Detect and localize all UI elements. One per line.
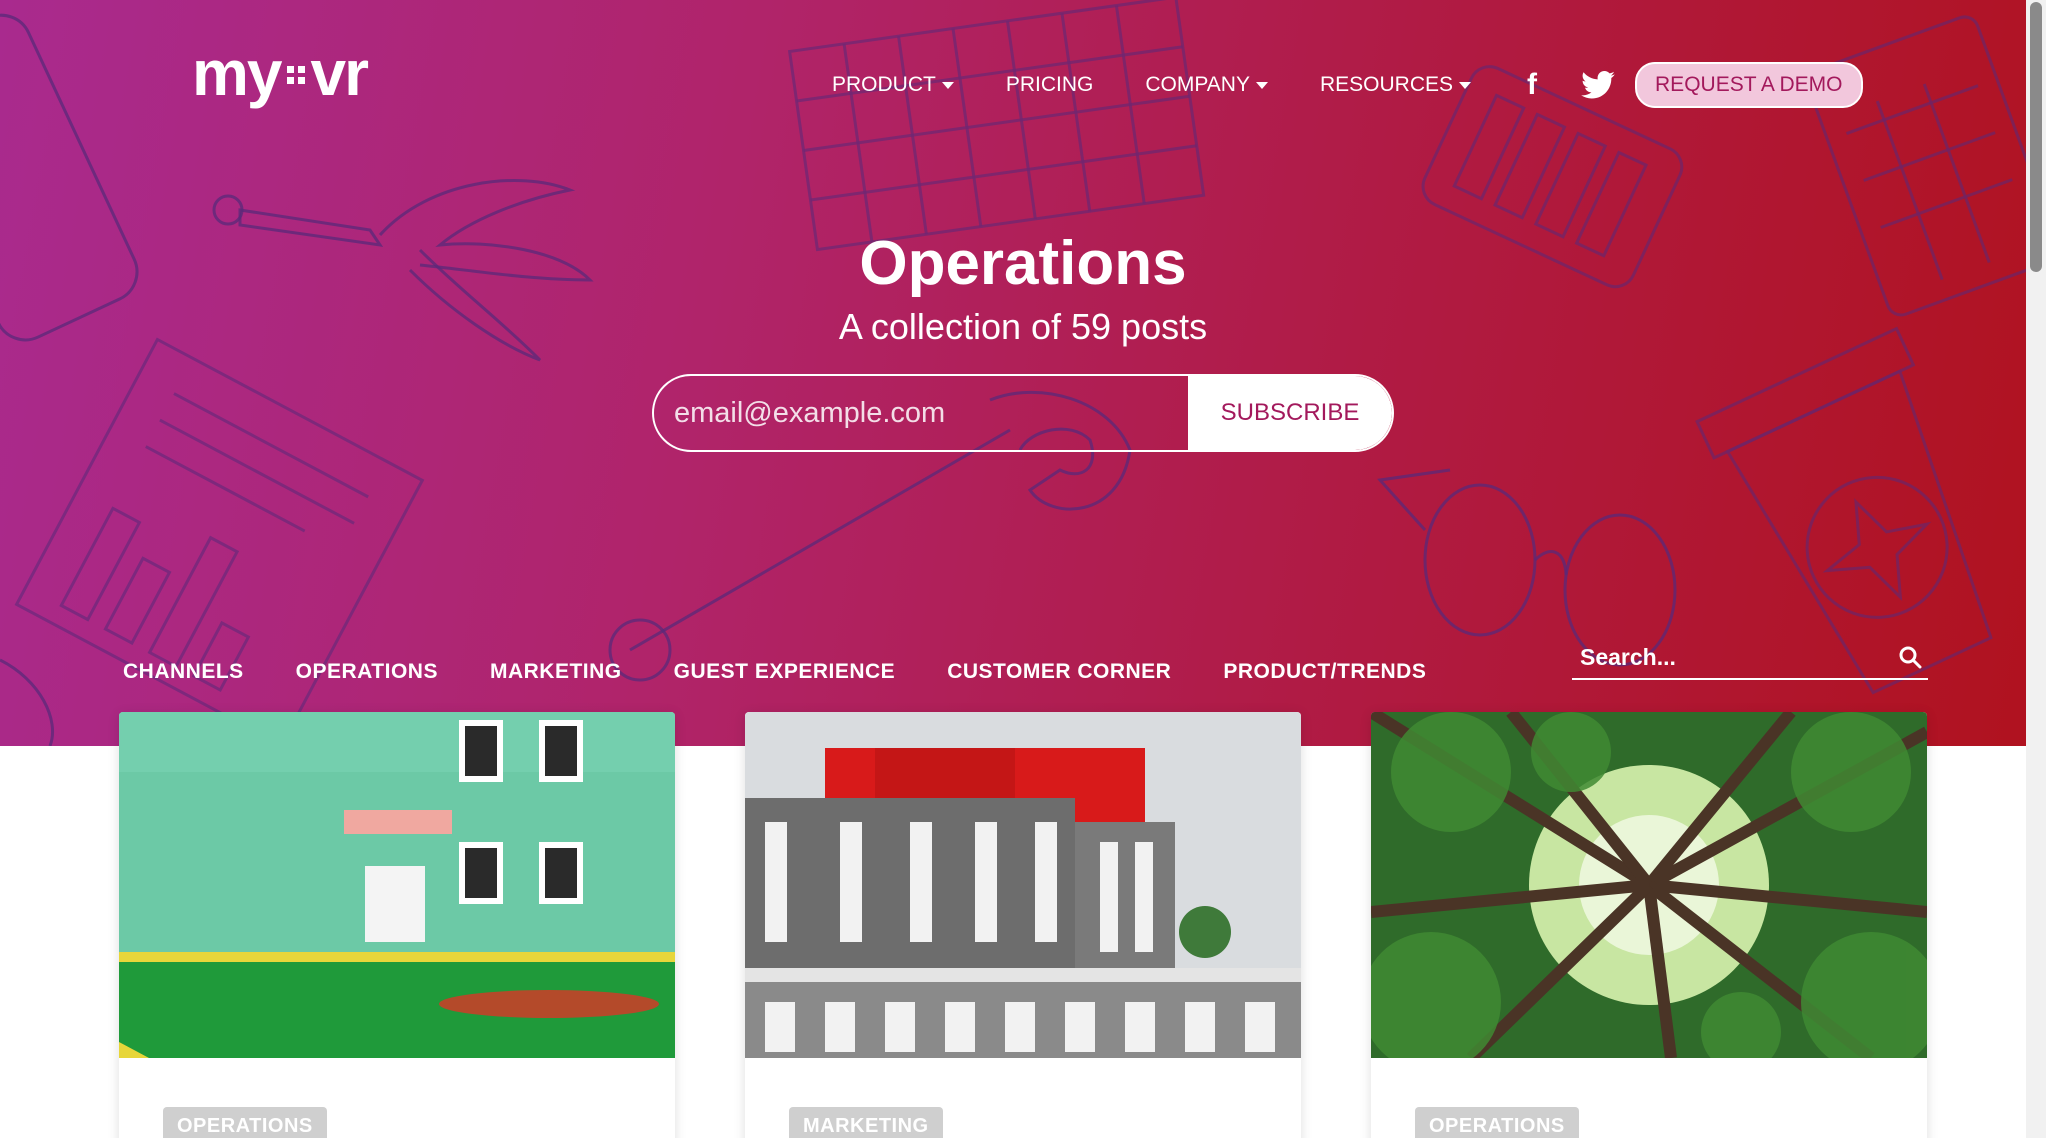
category-channels[interactable]: CHANNELS [123,660,244,684]
nav-company[interactable]: COMPANY [1145,73,1268,97]
social-links: f REQUEST A DEMO [1527,62,1863,108]
post-card[interactable]: OPERATIONS [119,712,675,1138]
post-card[interactable]: OPERATIONS [1371,712,1927,1138]
post-card[interactable]: MARKETING [745,712,1301,1138]
logo-text-left: my [192,37,282,109]
background-line-art [0,0,2046,746]
nav-pricing-label: PRICING [1005,73,1094,96]
post-grid: OPERATIONS MARKETING OPERATIONS [119,712,1927,1138]
facebook-icon[interactable]: f [1527,68,1537,102]
chevron-down-icon [941,81,954,89]
nav-product[interactable]: PRODUCT [832,73,954,97]
nav-resources[interactable]: RESOURCES [1319,73,1472,97]
post-tag[interactable]: MARKETING [789,1107,943,1138]
twitter-icon[interactable] [1581,71,1615,99]
page-subtitle: A collection of 59 posts [838,306,1208,347]
category-customer-corner[interactable]: CUSTOMER CORNER [947,660,1171,684]
hero-banner: my vr PRODUCT PRICING COMPANY RESOURCES f… [0,0,2046,746]
category-operations[interactable]: OPERATIONS [296,660,438,684]
nav-resources-label: RESOURCES [1319,73,1454,96]
chevron-down-icon [1459,81,1472,89]
subscribe-form: SUBSCRIBE [652,374,1394,452]
category-product-trends[interactable]: PRODUCT/TRENDS [1223,660,1426,684]
category-marketing[interactable]: MARKETING [490,660,622,684]
search-icon[interactable] [1898,645,1922,669]
category-nav: CHANNELS OPERATIONS MARKETING GUEST EXPE… [123,660,1478,684]
post-tag[interactable]: OPERATIONS [1415,1107,1579,1138]
category-guest-experience[interactable]: GUEST EXPERIENCE [674,660,896,684]
nav-pricing[interactable]: PRICING [1006,73,1094,97]
post-image-red-building[interactable] [745,712,1301,1058]
post-tag[interactable]: OPERATIONS [163,1107,327,1138]
search-bar [1572,636,1928,680]
scrollbar-thumb[interactable] [2030,2,2042,272]
myvr-logo[interactable]: my vr [192,36,369,110]
post-image-green-building[interactable] [119,712,675,1058]
nav-product-label: PRODUCT [832,73,936,96]
subscribe-button[interactable]: SUBSCRIBE [1188,376,1392,450]
request-demo-button[interactable]: REQUEST A DEMO [1635,62,1863,108]
email-input[interactable] [654,376,1188,450]
nav-company-label: COMPANY [1145,73,1250,96]
search-input[interactable] [1572,643,1898,671]
chevron-down-icon [1255,81,1268,89]
main-nav: PRODUCT PRICING COMPANY RESOURCES f REQU… [832,62,1863,108]
logo-text-right: vr [310,37,369,109]
page-scrollbar[interactable] [2026,0,2046,1138]
page-title: Operations [859,229,1187,298]
logo-dots-icon [286,66,305,85]
post-image-forest-canopy[interactable] [1371,712,1927,1072]
